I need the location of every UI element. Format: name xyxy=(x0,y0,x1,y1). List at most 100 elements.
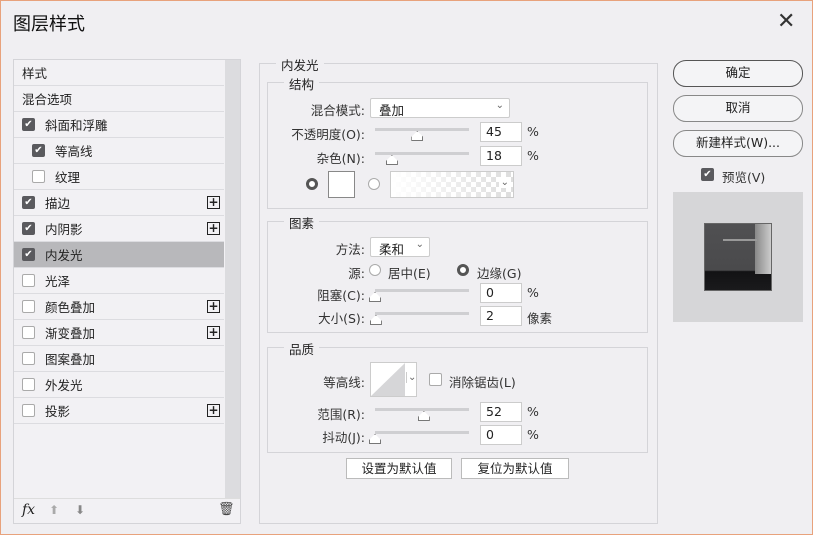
move-up-icon[interactable]: ⬆ xyxy=(49,503,59,517)
new-style-button[interactable]: 新建样式(W)... xyxy=(673,130,803,157)
add-icon[interactable]: + xyxy=(207,196,220,209)
opacity-unit: % xyxy=(527,124,539,139)
style-checkbox[interactable] xyxy=(32,170,45,183)
source-center-radio[interactable] xyxy=(369,264,381,276)
noise-input[interactable]: 18 xyxy=(480,146,522,166)
chevron-down-icon: ⌄ xyxy=(498,177,511,188)
preview-checkbox[interactable]: ✔ xyxy=(701,168,714,181)
style-checkbox[interactable]: ✔ xyxy=(22,248,35,261)
choke-input[interactable]: 0 xyxy=(480,283,522,303)
style-label: 混合选项 xyxy=(22,92,73,107)
add-icon[interactable]: + xyxy=(207,300,220,313)
gradient-picker[interactable]: ⌄ xyxy=(390,171,514,198)
style-checkbox[interactable]: ✔ xyxy=(22,196,35,209)
style-checkbox[interactable] xyxy=(22,326,35,339)
jitter-slider-track[interactable] xyxy=(375,431,469,434)
style-list-item[interactable]: ✔ 内阴影 + xyxy=(14,216,224,242)
style-checkbox[interactable] xyxy=(22,300,35,313)
close-icon[interactable]: ✕ xyxy=(777,9,795,34)
ok-button[interactable]: 确定 xyxy=(673,60,803,87)
style-label: 描边 xyxy=(45,196,71,211)
style-checkbox[interactable] xyxy=(22,352,35,365)
add-icon[interactable]: + xyxy=(207,404,220,417)
antialias-label: 消除锯齿(L) xyxy=(449,375,516,390)
solid-color-radio[interactable] xyxy=(306,178,318,190)
reset-default-button[interactable]: 复位为默认值 xyxy=(461,458,569,479)
inner-glow-title: 内发光 xyxy=(276,55,324,74)
style-label: 样式 xyxy=(22,66,48,81)
style-list-item[interactable]: ✔ 斜面和浮雕 xyxy=(14,112,224,138)
range-unit: % xyxy=(527,404,539,419)
range-label: 范围(R): xyxy=(317,407,365,422)
range-input[interactable]: 52 xyxy=(480,402,522,422)
styles-list-panel: 样式 混合选项 ✔ 斜面和浮雕 ✔ 等高线 纹理 ✔ 描边 + ✔ 内阴影 + ✔ 内发光 光泽 颜色叠加 + 渐变… xyxy=(13,59,241,524)
chevron-down-icon: ⌄ xyxy=(415,239,424,250)
style-checkbox[interactable]: ✔ xyxy=(22,118,35,131)
chevron-down-icon: ⌄ xyxy=(495,100,504,111)
style-checkbox[interactable] xyxy=(22,404,35,417)
source-edge-label: 边缘(G) xyxy=(477,266,522,281)
fx-button[interactable]: fx xyxy=(22,502,35,518)
opacity-input[interactable]: 45 xyxy=(480,122,522,142)
style-list-item[interactable]: 样式 xyxy=(14,60,224,86)
style-list-item[interactable]: 光泽 xyxy=(14,268,224,294)
blend-mode-value: 叠加 xyxy=(379,103,405,118)
preview-label: 预览(V) xyxy=(722,170,766,185)
opacity-label: 不透明度(O): xyxy=(291,127,365,142)
blend-mode-select[interactable]: 叠加 ⌄ xyxy=(370,98,510,118)
noise-unit: % xyxy=(527,148,539,163)
style-list-item[interactable]: 图案叠加 xyxy=(14,346,224,372)
range-slider-track[interactable] xyxy=(375,408,469,411)
style-label: 等高线 xyxy=(55,144,93,159)
scrollbar[interactable] xyxy=(225,60,240,498)
trash-icon[interactable]: 🗑 xyxy=(218,502,235,517)
style-list-item[interactable]: ✔ 内发光 xyxy=(14,242,224,268)
make-default-button[interactable]: 设置为默认值 xyxy=(346,458,452,479)
style-list-item[interactable]: 外发光 xyxy=(14,372,224,398)
style-list-item[interactable]: ✔ 等高线 xyxy=(14,138,224,164)
source-center-label: 居中(E) xyxy=(388,266,431,281)
gradient-radio[interactable] xyxy=(368,178,380,190)
method-select[interactable]: 柔和 ⌄ xyxy=(370,237,430,257)
noise-slider-track[interactable] xyxy=(375,152,469,155)
style-label: 光泽 xyxy=(45,274,71,289)
style-label: 内阴影 xyxy=(45,222,83,237)
choke-slider-track[interactable] xyxy=(375,289,469,292)
style-list-item[interactable]: 颜色叠加 + xyxy=(14,294,224,320)
contour-preview-icon xyxy=(371,363,405,396)
structure-title: 结构 xyxy=(284,74,320,93)
style-label: 图案叠加 xyxy=(45,352,96,367)
style-checkbox[interactable] xyxy=(22,274,35,287)
size-unit: 像素 xyxy=(527,311,553,326)
dialog-title: 图层样式 xyxy=(13,14,85,35)
opacity-slider-track[interactable] xyxy=(375,128,469,131)
style-label: 斜面和浮雕 xyxy=(45,118,108,133)
jitter-input[interactable]: 0 xyxy=(480,425,522,445)
contour-picker[interactable]: ⌄ xyxy=(370,362,417,397)
add-icon[interactable]: + xyxy=(207,326,220,339)
antialias-checkbox[interactable] xyxy=(429,373,442,386)
source-edge-radio[interactable] xyxy=(457,264,469,276)
blend-mode-label: 混合模式: xyxy=(310,103,365,118)
add-icon[interactable]: + xyxy=(207,222,220,235)
style-checkbox[interactable]: ✔ xyxy=(32,144,45,157)
style-list-item[interactable]: 投影 + xyxy=(14,398,224,424)
style-list-item[interactable]: 混合选项 xyxy=(14,86,224,112)
style-checkbox[interactable] xyxy=(22,378,35,391)
style-label: 纹理 xyxy=(55,170,81,185)
style-label: 内发光 xyxy=(45,248,83,263)
jitter-unit: % xyxy=(527,427,539,442)
style-list-item[interactable]: ✔ 描边 + xyxy=(14,190,224,216)
style-list-item[interactable]: 渐变叠加 + xyxy=(14,320,224,346)
size-input[interactable]: 2 xyxy=(480,306,522,326)
source-label: 源: xyxy=(348,266,365,281)
style-list-item[interactable]: 纹理 xyxy=(14,164,224,190)
style-label: 颜色叠加 xyxy=(45,300,96,315)
cancel-button[interactable]: 取消 xyxy=(673,95,803,122)
move-down-icon[interactable]: ⬇ xyxy=(75,503,85,517)
size-label: 大小(S): xyxy=(318,311,365,326)
style-preview xyxy=(673,192,803,322)
size-slider-track[interactable] xyxy=(375,312,469,315)
glow-color-swatch[interactable] xyxy=(328,171,355,198)
style-checkbox[interactable]: ✔ xyxy=(22,222,35,235)
